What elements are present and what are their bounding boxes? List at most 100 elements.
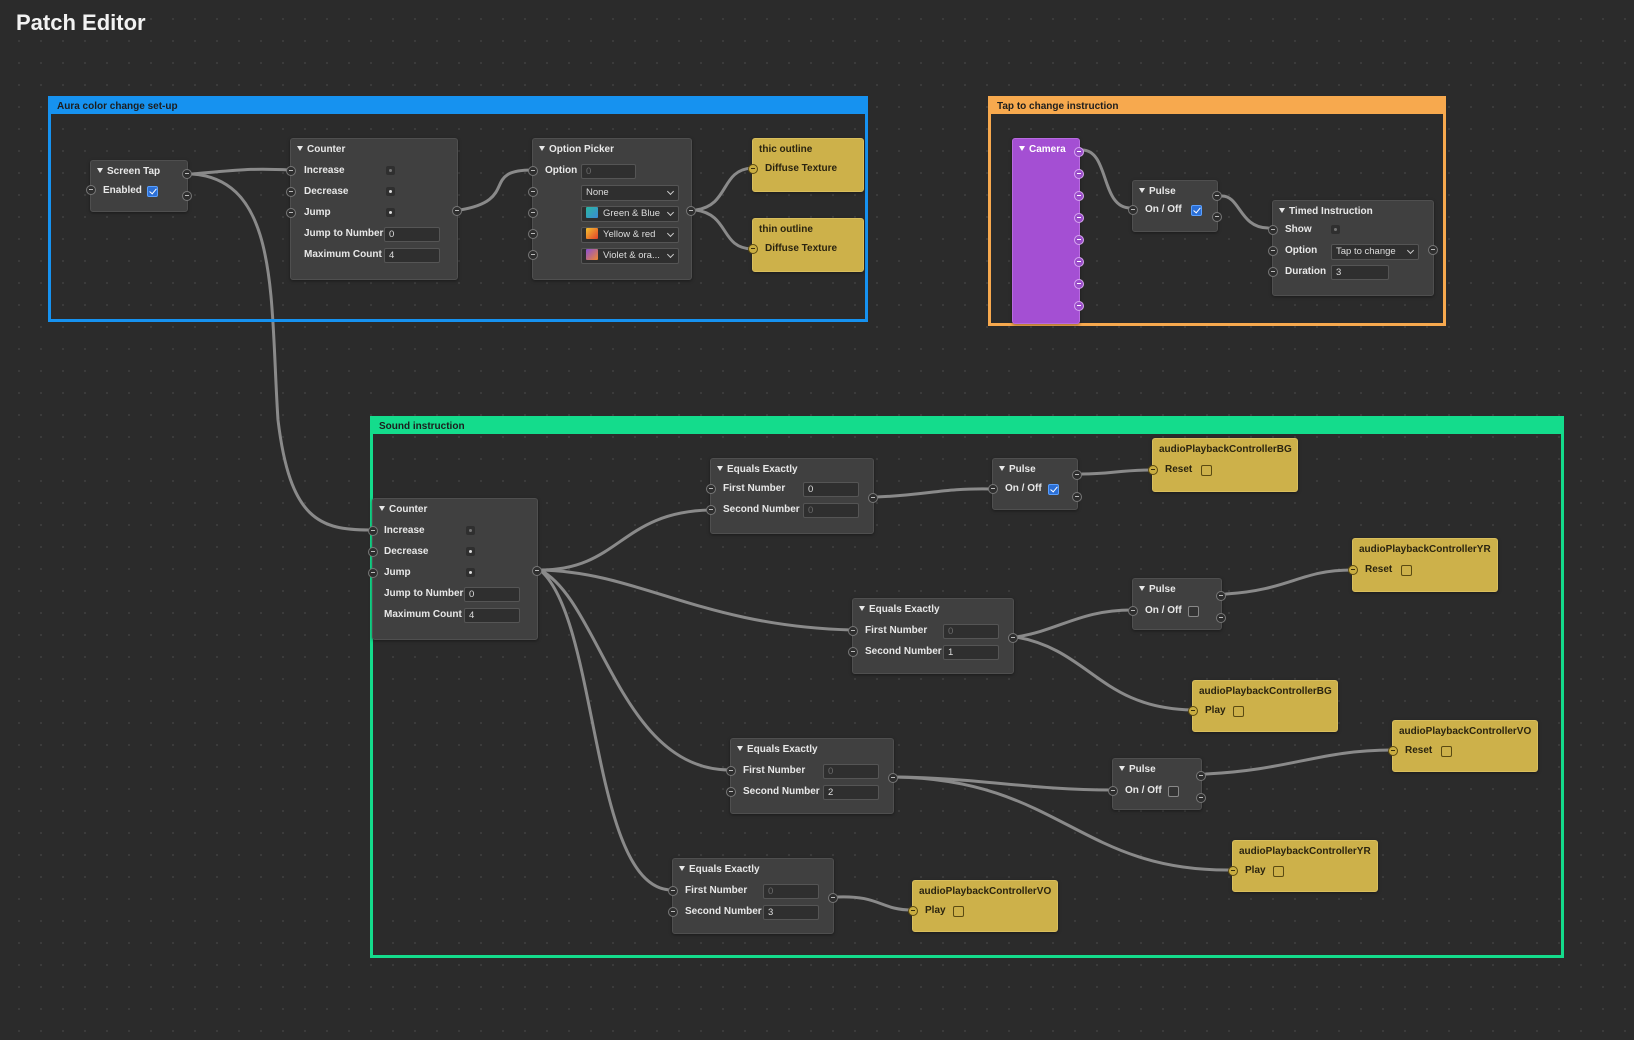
on-off-checkbox[interactable] xyxy=(1188,606,1199,617)
node-pulse-2[interactable]: Pulse On / Off xyxy=(1128,578,1226,630)
texture-input-port[interactable] xyxy=(748,244,758,254)
first-number-field[interactable]: 0 xyxy=(763,884,819,899)
first-number-field[interactable]: 0 xyxy=(803,482,859,497)
duration-field[interactable]: 3 xyxy=(1331,265,1389,280)
reset-checkbox[interactable] xyxy=(1401,565,1412,576)
output-port[interactable] xyxy=(1074,301,1084,311)
reset-checkbox[interactable] xyxy=(1201,465,1212,476)
play-checkbox[interactable] xyxy=(1233,706,1244,717)
option-field[interactable]: 0 xyxy=(581,164,636,179)
node-audio-playback-controller-bg-reset[interactable]: audioPlaybackControllerBG Reset xyxy=(1148,438,1298,492)
node-thin-outline[interactable]: thin outline Diffuse Texture xyxy=(748,218,864,272)
output-port[interactable] xyxy=(1212,212,1222,222)
second-number-field[interactable]: 2 xyxy=(823,785,879,800)
input-port[interactable] xyxy=(1268,267,1278,277)
output-port[interactable] xyxy=(1074,169,1084,179)
second-number-field[interactable]: 1 xyxy=(943,645,999,660)
play-input-port[interactable] xyxy=(1228,866,1238,876)
output-port[interactable] xyxy=(1428,245,1438,255)
output-port[interactable] xyxy=(1072,492,1082,502)
input-port[interactable] xyxy=(668,886,678,896)
input-port[interactable] xyxy=(528,250,538,260)
node-thic-outline[interactable]: thic outline Diffuse Texture xyxy=(748,138,864,192)
reset-checkbox[interactable] xyxy=(1441,746,1452,757)
input-port[interactable] xyxy=(286,166,296,176)
node-audio-playback-controller-bg-play[interactable]: audioPlaybackControllerBG Play xyxy=(1188,680,1338,732)
node-equals-exactly-4[interactable]: Equals Exactly First Number 0 Second Num… xyxy=(668,858,838,934)
node-pulse[interactable]: Pulse On / Off xyxy=(1128,180,1222,232)
output-port[interactable] xyxy=(686,206,696,216)
node-screen-tap[interactable]: Screen Tap Enabled xyxy=(86,160,192,212)
input-port[interactable] xyxy=(668,907,678,917)
input-port[interactable] xyxy=(848,647,858,657)
input-port[interactable] xyxy=(848,626,858,636)
on-off-checkbox[interactable] xyxy=(1191,205,1202,216)
reset-input-port[interactable] xyxy=(1388,746,1398,756)
input-port[interactable] xyxy=(286,208,296,218)
output-port[interactable] xyxy=(868,493,878,503)
input-port[interactable] xyxy=(988,484,998,494)
input-port[interactable] xyxy=(706,484,716,494)
first-number-field[interactable]: 0 xyxy=(943,624,999,639)
input-port[interactable] xyxy=(1128,606,1138,616)
output-port[interactable] xyxy=(828,893,838,903)
input-port[interactable] xyxy=(1268,225,1278,235)
input-port[interactable] xyxy=(1128,205,1138,215)
on-off-checkbox[interactable] xyxy=(1168,786,1179,797)
input-port[interactable] xyxy=(1268,246,1278,256)
input-port[interactable] xyxy=(528,166,538,176)
play-checkbox[interactable] xyxy=(953,906,964,917)
output-port[interactable] xyxy=(182,191,192,201)
output-port[interactable] xyxy=(1008,633,1018,643)
second-number-field[interactable]: 3 xyxy=(763,905,819,920)
input-port[interactable] xyxy=(368,526,378,536)
reset-input-port[interactable] xyxy=(1148,465,1158,475)
output-port[interactable] xyxy=(1074,213,1084,223)
option-select-none[interactable]: None xyxy=(581,185,679,201)
node-camera[interactable]: Camera xyxy=(1012,138,1084,324)
input-port[interactable] xyxy=(726,766,736,776)
node-audio-playback-controller-yr-play[interactable]: audioPlaybackControllerYR Play xyxy=(1228,840,1378,892)
output-port[interactable] xyxy=(1072,470,1082,480)
output-port[interactable] xyxy=(1074,257,1084,267)
input-port[interactable] xyxy=(368,547,378,557)
output-port[interactable] xyxy=(1196,771,1206,781)
output-port[interactable] xyxy=(182,169,192,179)
output-port[interactable] xyxy=(1196,793,1206,803)
input-port[interactable] xyxy=(368,568,378,578)
maximum-count-field[interactable]: 4 xyxy=(464,608,520,623)
option-select[interactable]: Tap to change xyxy=(1331,244,1419,260)
output-port[interactable] xyxy=(1216,613,1226,623)
input-port[interactable] xyxy=(726,787,736,797)
output-port[interactable] xyxy=(1216,591,1226,601)
node-audio-playback-controller-vo-play[interactable]: audioPlaybackControllerVO Play xyxy=(908,880,1058,932)
node-equals-exactly-3[interactable]: Equals Exactly First Number 0 Second Num… xyxy=(726,738,898,814)
play-input-port[interactable] xyxy=(908,906,918,916)
reset-input-port[interactable] xyxy=(1348,565,1358,575)
output-port[interactable] xyxy=(1212,191,1222,201)
output-port[interactable] xyxy=(1074,191,1084,201)
output-port[interactable] xyxy=(1074,235,1084,245)
group-sound-instruction[interactable]: Sound instruction xyxy=(370,416,1564,958)
node-pulse-1[interactable]: Pulse On / Off xyxy=(988,458,1082,510)
output-port[interactable] xyxy=(1074,147,1084,157)
node-equals-exactly-1[interactable]: Equals Exactly First Number 0 Second Num… xyxy=(706,458,878,534)
node-counter[interactable]: Counter Increase Decrease Jump Jump to N… xyxy=(368,498,542,640)
output-port[interactable] xyxy=(888,773,898,783)
option-select-violet-orange[interactable]: Violet & ora... xyxy=(581,248,679,264)
input-port[interactable] xyxy=(1108,786,1118,796)
maximum-count-field[interactable]: 4 xyxy=(384,248,440,263)
jump-to-number-field[interactable]: 0 xyxy=(384,227,440,242)
play-checkbox[interactable] xyxy=(1273,866,1284,877)
output-port[interactable] xyxy=(1074,279,1084,289)
enabled-checkbox[interactable] xyxy=(147,186,158,197)
node-option-picker[interactable]: Option Picker Option 0 None Green & Blue… xyxy=(528,138,696,280)
node-equals-exactly-2[interactable]: Equals Exactly First Number 0 Second Num… xyxy=(848,598,1018,674)
second-number-field[interactable]: 0 xyxy=(803,503,859,518)
input-port[interactable] xyxy=(528,229,538,239)
option-select-green-blue[interactable]: Green & Blue xyxy=(581,206,679,222)
on-off-checkbox[interactable] xyxy=(1048,484,1059,495)
input-port[interactable] xyxy=(706,505,716,515)
texture-input-port[interactable] xyxy=(748,164,758,174)
input-port[interactable] xyxy=(286,187,296,197)
